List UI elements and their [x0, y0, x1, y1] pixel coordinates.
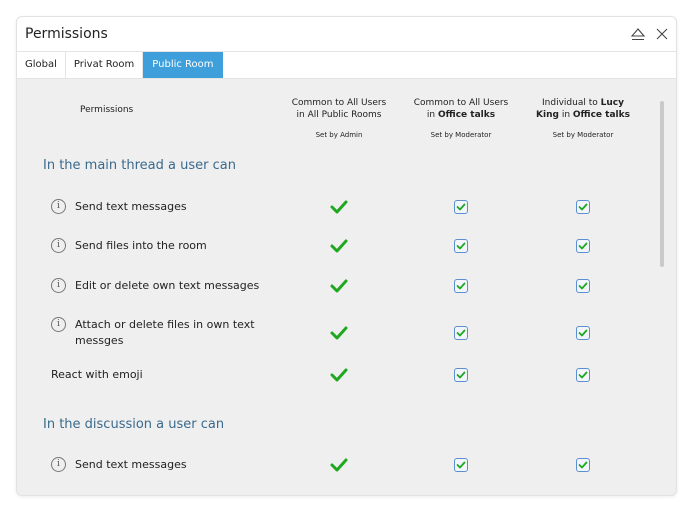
- column-header-line: Common to All Users: [291, 98, 387, 108]
- column-header-room: Common to All Users in Office talks: [401, 97, 521, 121]
- column-header-line: in All Public Rooms: [279, 109, 399, 121]
- scrollbar-thumb[interactable]: [660, 101, 664, 267]
- info-icon[interactable]: i: [51, 199, 66, 214]
- header-text: All Public Rooms: [307, 110, 382, 120]
- info-icon[interactable]: i: [51, 238, 66, 253]
- permission-label: Attach or delete files in own text messg…: [75, 318, 255, 347]
- permissions-column-header: Permissions: [80, 105, 134, 115]
- individual-permission-checkbox[interactable]: [576, 458, 590, 472]
- room-permission-checkbox[interactable]: [454, 279, 468, 293]
- individual-permission-checkbox[interactable]: [576, 239, 590, 253]
- header-room-name: Office talks: [438, 110, 496, 120]
- permission-label: Edit or delete own text messages: [75, 279, 260, 292]
- tab-global[interactable]: Global: [17, 52, 66, 78]
- room-permission-checkbox[interactable]: [454, 326, 468, 340]
- column-header-admin: Common to All Users in All Public Rooms: [279, 97, 399, 121]
- tab-bar: Global Privat Room Public Room: [17, 52, 676, 79]
- room-permission-checkbox[interactable]: [454, 458, 468, 472]
- header-text: Individual to: [542, 98, 601, 108]
- eject-icon[interactable]: [630, 26, 646, 42]
- permission-label: React with emoji: [51, 368, 143, 381]
- check-icon: [329, 365, 349, 385]
- permission-label: Send files into the room: [75, 239, 207, 252]
- individual-permission-checkbox[interactable]: [576, 326, 590, 340]
- tab-public-room[interactable]: Public Room: [143, 52, 223, 78]
- permissions-dialog: Permissions Global Privat Room Public Ro…: [16, 16, 677, 496]
- check-icon: [329, 323, 349, 343]
- info-icon[interactable]: i: [51, 457, 66, 472]
- header-text: in: [558, 110, 573, 120]
- title-bar: Permissions: [17, 17, 676, 52]
- header-text: in: [296, 110, 308, 120]
- column-header-individual: Individual to Lucy King in Office talks: [523, 97, 643, 121]
- permission-label: Send text messages: [75, 200, 187, 213]
- set-by-moderator-individual: Set by Moderator: [552, 131, 614, 139]
- info-icon[interactable]: i: [51, 317, 66, 332]
- header-user-name: King: [536, 110, 559, 120]
- permissions-table: Permissions Common to All Users in All P…: [17, 79, 676, 495]
- check-icon: [329, 455, 349, 475]
- column-header-line: Individual to Lucy: [523, 97, 643, 109]
- individual-permission-checkbox[interactable]: [576, 200, 590, 214]
- tab-privat-room[interactable]: Privat Room: [66, 52, 144, 78]
- close-icon[interactable]: [654, 26, 670, 42]
- column-header-line: King in Office talks: [523, 109, 643, 121]
- set-by-moderator-room: Set by Moderator: [430, 131, 492, 139]
- individual-permission-checkbox[interactable]: [576, 279, 590, 293]
- dialog-title: Permissions: [25, 26, 108, 42]
- room-permission-checkbox[interactable]: [454, 368, 468, 382]
- header-user-name: Lucy: [600, 98, 624, 108]
- header-text: in: [426, 110, 438, 120]
- room-permission-checkbox[interactable]: [454, 239, 468, 253]
- check-icon: [329, 236, 349, 256]
- section-title-main-thread: In the main thread a user can: [43, 158, 236, 173]
- column-header-line: Common to All Users: [413, 98, 509, 108]
- individual-permission-checkbox[interactable]: [576, 368, 590, 382]
- permission-label: Send text messages: [75, 458, 187, 471]
- room-permission-checkbox[interactable]: [454, 200, 468, 214]
- section-title-discussion: In the discussion a user can: [43, 417, 225, 432]
- check-icon: [329, 276, 349, 296]
- check-icon: [329, 197, 349, 217]
- info-icon[interactable]: i: [51, 278, 66, 293]
- set-by-admin: Set by Admin: [315, 131, 363, 139]
- header-room-name: Office talks: [572, 110, 630, 120]
- column-header-line: in Office talks: [401, 109, 521, 121]
